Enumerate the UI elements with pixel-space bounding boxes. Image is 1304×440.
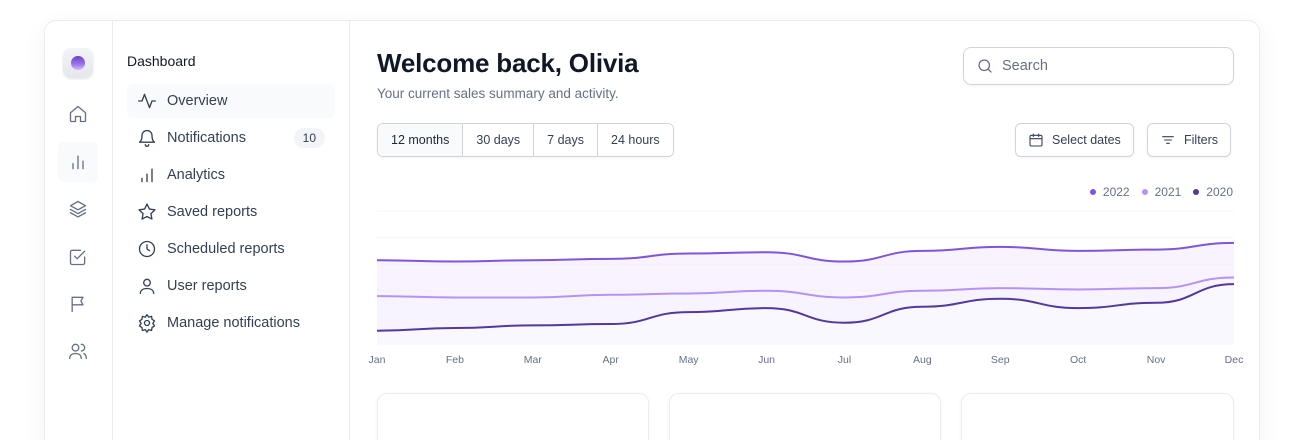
legend-item-2020: 2020 — [1193, 185, 1233, 199]
x-tick-label: Nov — [1147, 354, 1166, 366]
rail-tasks-button[interactable] — [58, 237, 98, 277]
sidebar-item-scheduled-reports[interactable]: Scheduled reports — [127, 232, 335, 266]
legend-dot — [1141, 189, 1148, 195]
sidebar-item-label: Saved reports — [167, 204, 258, 220]
select-dates-label: Select dates — [1052, 133, 1121, 147]
x-tick-label: Dec — [1225, 354, 1244, 366]
sidebar-item-label: Notifications — [167, 130, 246, 146]
sidebar-item-label: Analytics — [167, 167, 226, 183]
clock-icon — [138, 240, 156, 258]
tab-30-days[interactable]: 30 days — [462, 124, 534, 156]
sidebar-section-title: Dashboard — [127, 53, 196, 69]
legend-dot — [1089, 189, 1096, 195]
main-content: Welcome back, Olivia Your current sales … — [350, 21, 1259, 440]
sidebar-item-user-reports[interactable]: User reports — [127, 269, 335, 303]
bell-icon — [138, 129, 156, 147]
page-title: Welcome back, Olivia — [377, 48, 639, 78]
calendar-icon — [1029, 133, 1043, 147]
x-tick-label: May — [679, 354, 700, 366]
filters-button[interactable]: Filters — [1147, 123, 1232, 157]
bar-chart-icon — [72, 155, 84, 170]
legend-item-2021: 2021 — [1141, 185, 1182, 199]
search-input[interactable] — [1002, 58, 1222, 74]
x-tick-label: Jul — [838, 354, 851, 366]
rail-layers-button[interactable] — [58, 189, 98, 229]
logo — [63, 48, 93, 78]
x-tick-label: Jun — [758, 354, 775, 366]
legend-label: 2022 — [1102, 185, 1130, 199]
activity-icon — [138, 93, 156, 109]
gear-icon — [138, 314, 156, 333]
stat-card — [377, 393, 649, 440]
legend-label: 2020 — [1206, 185, 1233, 199]
filters-label: Filters — [1184, 133, 1219, 147]
sales-line-chart: Jan Feb Mar Apr May Jun Jul Aug Sep Oct Nov Dec — [369, 210, 1244, 366]
x-tick-label: Mar — [524, 354, 543, 366]
notification-count-badge: 10 — [293, 128, 325, 148]
x-tick-label: Feb — [446, 354, 464, 366]
x-tick-label: Oct — [1070, 354, 1086, 366]
page-subtitle: Your current sales summary and activity. — [377, 86, 619, 101]
time-range-tabs: 12 months 30 days 7 days 24 hours — [377, 123, 674, 157]
sidebar-item-label: Manage notifications — [167, 315, 300, 331]
filter-lines-icon — [1162, 136, 1174, 144]
x-tick-label: Jan — [369, 354, 386, 366]
sidebar-item-saved-reports[interactable]: Saved reports — [127, 195, 335, 229]
legend-label: 2021 — [1154, 185, 1182, 199]
home-icon — [69, 105, 87, 123]
rail-flag-button[interactable] — [58, 284, 98, 324]
users-icon — [69, 343, 88, 360]
rail-users-button[interactable] — [58, 331, 98, 371]
tab-12-months[interactable]: 12 months — [378, 124, 463, 156]
icon-rail — [45, 21, 113, 440]
secondary-sidebar: Dashboard Overview Notifications 10 Anal… — [113, 21, 350, 440]
x-tick-label: Aug — [913, 354, 932, 366]
search-box[interactable] — [963, 47, 1234, 85]
sidebar-item-notifications[interactable]: Notifications 10 — [127, 121, 335, 155]
stat-card — [961, 393, 1234, 440]
app-window: Dashboard Overview Notifications 10 Anal… — [44, 20, 1260, 440]
sidebar-item-analytics[interactable]: Analytics — [127, 158, 335, 192]
select-dates-button[interactable]: Select dates — [1015, 123, 1134, 157]
flag-icon — [71, 296, 84, 313]
user-icon — [139, 278, 155, 295]
star-icon — [138, 203, 156, 220]
layers-icon — [69, 200, 87, 218]
tab-7-days[interactable]: 7 days — [533, 124, 597, 156]
bar-chart-icon — [141, 168, 153, 183]
legend-dot — [1193, 189, 1200, 195]
x-tick-label: Sep — [991, 354, 1010, 366]
stat-card — [669, 393, 941, 440]
check-square-icon — [69, 249, 86, 266]
legend-item-2022: 2022 — [1089, 185, 1130, 199]
sidebar-item-overview[interactable]: Overview — [127, 84, 335, 118]
tab-24-hours[interactable]: 24 hours — [597, 124, 673, 156]
sidebar-item-label: User reports — [167, 278, 247, 294]
search-icon — [978, 59, 992, 73]
rail-home-button[interactable] — [58, 94, 98, 134]
sidebar-item-label: Overview — [167, 93, 228, 109]
chart-legend: 2022 2021 2020 — [1089, 185, 1233, 199]
sidebar-item-label: Scheduled reports — [167, 241, 285, 257]
sidebar-item-manage-notifications[interactable]: Manage notifications — [127, 306, 335, 340]
rail-analytics-button[interactable] — [58, 142, 98, 182]
x-tick-label: Apr — [603, 354, 620, 366]
